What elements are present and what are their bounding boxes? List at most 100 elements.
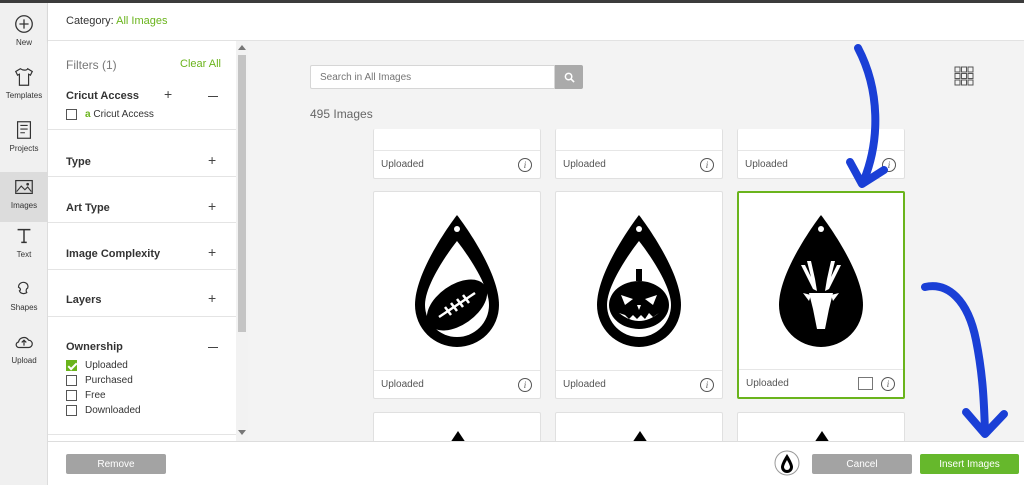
checkbox-uploaded[interactable] xyxy=(66,360,77,371)
filter-section-name: Layers xyxy=(66,294,102,306)
image-card-pumpkin[interactable]: Uploaded i xyxy=(555,191,723,399)
rail-label: Upload xyxy=(11,356,37,365)
checkbox-label: Free xyxy=(85,390,106,401)
filter-section-image-complexity[interactable]: Image Complexity + xyxy=(48,223,236,270)
filter-section-name: Image Complexity xyxy=(66,248,161,260)
filter-section-art-type[interactable]: Art Type + xyxy=(48,177,236,223)
filter-section-name: Type xyxy=(66,156,91,168)
card-label: Uploaded xyxy=(746,378,789,389)
cancel-button[interactable]: Cancel xyxy=(812,454,912,474)
filter-section-name: Cricut Access xyxy=(66,90,139,102)
earring-partial-icon xyxy=(815,431,829,441)
filters-panel: Filters (1) Clear All Cricut Access + a … xyxy=(48,41,248,441)
football-earring-icon xyxy=(415,215,499,347)
footer-bar: Remove Cancel Insert Images xyxy=(48,441,1024,485)
insert-images-button[interactable]: Insert Images xyxy=(920,454,1019,474)
search-icon xyxy=(564,72,575,83)
rail-templates[interactable]: Templates xyxy=(0,66,48,116)
card-label: Uploaded xyxy=(381,159,424,170)
image-card-football[interactable]: Uploaded i xyxy=(373,191,541,399)
category-value[interactable]: All Images xyxy=(116,15,167,27)
category-breadcrumb: Category: All Images xyxy=(66,15,168,27)
rail-upload[interactable]: Upload xyxy=(0,331,48,381)
expand-plus-icon[interactable]: + xyxy=(208,152,216,168)
image-card[interactable]: Uploaded i xyxy=(737,129,905,179)
grid-view-icon[interactable] xyxy=(954,66,974,86)
rail-label: Projects xyxy=(9,144,39,153)
rail-new[interactable]: New xyxy=(0,13,48,63)
info-icon[interactable]: i xyxy=(881,377,895,391)
info-icon[interactable]: i xyxy=(700,158,714,172)
remove-button[interactable]: Remove xyxy=(66,454,166,474)
image-card[interactable] xyxy=(373,412,541,441)
rail-images[interactable]: Images xyxy=(0,172,48,222)
header: Category: All Images xyxy=(48,3,1024,41)
image-card-deer[interactable]: Uploaded i xyxy=(737,191,905,399)
image-card[interactable]: Uploaded i xyxy=(555,129,723,179)
expand-plus-icon[interactable]: + xyxy=(208,198,216,214)
search-input[interactable] xyxy=(310,65,555,89)
scrollbar-thumb[interactable] xyxy=(238,55,246,332)
selected-check-icon xyxy=(858,377,873,390)
search-button[interactable] xyxy=(555,65,583,89)
image-card[interactable] xyxy=(737,412,905,441)
checkbox-label: a Cricut Access xyxy=(85,109,154,120)
card-artwork xyxy=(374,192,540,370)
expand-plus-icon[interactable]: + xyxy=(164,86,172,102)
card-label: Uploaded xyxy=(745,159,788,170)
checkbox-label: Downloaded xyxy=(85,405,141,416)
scroll-down-icon[interactable] xyxy=(238,430,246,435)
checkbox-downloaded[interactable] xyxy=(66,405,77,416)
filter-section-name: Ownership xyxy=(66,341,123,353)
rail-label: Images xyxy=(10,201,38,210)
info-icon[interactable]: i xyxy=(518,158,532,172)
deer-earring-icon xyxy=(779,215,863,347)
collapse-minus-icon[interactable] xyxy=(208,96,218,97)
shapes-icon xyxy=(17,281,29,295)
clear-all-link[interactable]: Clear All xyxy=(180,58,221,70)
info-icon[interactable]: i xyxy=(882,158,896,172)
plus-circle-icon xyxy=(15,15,33,33)
rail-text[interactable]: Text xyxy=(0,225,48,275)
rail-shapes[interactable]: Shapes xyxy=(0,278,48,328)
filter-section-layers[interactable]: Layers + xyxy=(48,270,236,317)
cloud-upload-icon xyxy=(15,336,33,349)
left-rail: New Templates Projects Images Text Shape… xyxy=(0,3,48,485)
info-icon[interactable]: i xyxy=(700,378,714,392)
image-card[interactable]: Uploaded i xyxy=(373,129,541,179)
collapse-minus-icon[interactable] xyxy=(208,347,218,348)
card-artwork xyxy=(556,192,722,370)
card-label: Uploaded xyxy=(381,379,424,390)
filter-section-type[interactable]: Type + xyxy=(48,130,236,177)
info-icon[interactable]: i xyxy=(518,378,532,392)
rail-label: New xyxy=(15,38,32,47)
card-label: Uploaded xyxy=(563,159,606,170)
filter-section-ownership: Ownership Uploaded Purchased Free Downlo… xyxy=(48,317,236,435)
earring-partial-icon xyxy=(451,431,465,441)
checkbox-purchased[interactable] xyxy=(66,375,77,386)
rail-label: Text xyxy=(16,250,32,259)
image-browser: 495 Images Uploaded i Uploaded i Uploade… xyxy=(248,41,1024,441)
pumpkin-earring-icon xyxy=(597,215,681,347)
image-card[interactable] xyxy=(555,412,723,441)
notebook-icon xyxy=(16,121,32,139)
rail-label: Shapes xyxy=(10,303,38,312)
earring-partial-icon xyxy=(633,431,647,441)
checkbox-free[interactable] xyxy=(66,390,77,401)
filter-section-name: Art Type xyxy=(66,202,110,214)
checkbox-label: Purchased xyxy=(85,375,133,386)
expand-plus-icon[interactable]: + xyxy=(208,290,216,306)
tshirt-icon xyxy=(14,67,34,86)
text-icon xyxy=(17,228,31,244)
cricut-access-icon: a xyxy=(85,109,91,120)
drop-mat-icon[interactable] xyxy=(774,450,800,476)
filter-section-cricut-access: Cricut Access + a Cricut Access xyxy=(48,81,236,130)
checkbox-cricut-access[interactable] xyxy=(66,109,77,120)
card-label: Uploaded xyxy=(563,379,606,390)
filters-scrollbar[interactable] xyxy=(236,41,248,441)
result-count: 495 Images xyxy=(310,107,373,121)
cricut-access-option: Cricut Access xyxy=(93,109,154,120)
rail-projects[interactable]: Projects xyxy=(0,119,48,169)
expand-plus-icon[interactable]: + xyxy=(208,244,216,260)
scroll-up-icon[interactable] xyxy=(238,45,246,50)
